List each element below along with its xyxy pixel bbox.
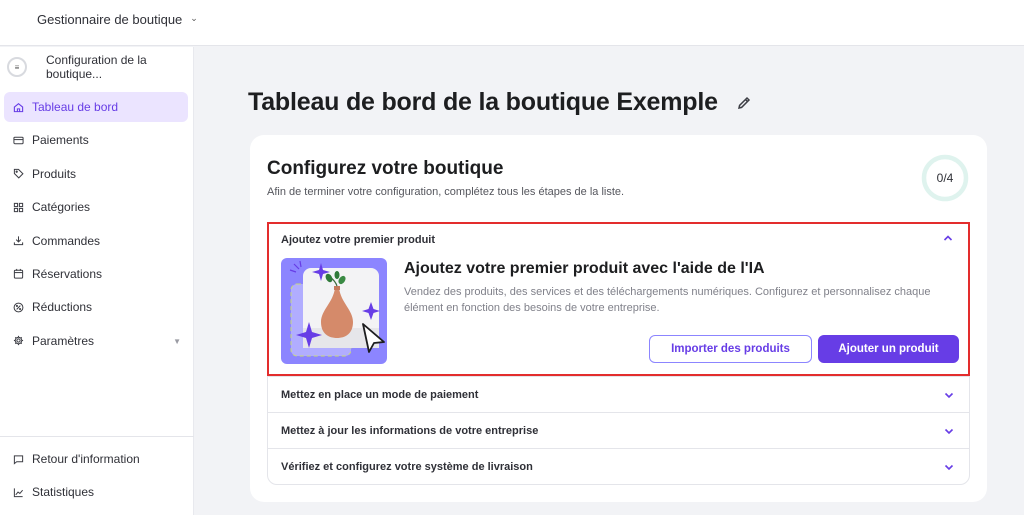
chart-line-icon <box>12 486 24 498</box>
setup-step-label: Vérifiez et configurez votre système de … <box>281 460 533 473</box>
page-title: Tableau de bord de la boutique Exemple <box>248 88 752 117</box>
calendar-icon <box>12 268 24 280</box>
sidebar: ≡ Configuration de la boutique... Tablea… <box>0 47 194 515</box>
sidebar-item-label: Paiements <box>32 133 89 148</box>
sidebar-item-store-setup[interactable]: ≡ Configuration de la boutique... <box>7 53 193 81</box>
checklist-icon: ≡ <box>7 57 27 77</box>
sidebar-item-label: Réductions <box>32 300 93 315</box>
setup-progress-ring: 0/4 <box>921 154 969 202</box>
add-product-button[interactable]: Ajouter un produit <box>818 335 959 363</box>
sidebar-item-settings[interactable]: Paramètres ▼ <box>4 326 188 356</box>
grid-icon <box>12 201 24 213</box>
sidebar-nav: Tableau de bord Paiements Produits Catég… <box>4 92 188 359</box>
chevron-down-icon[interactable] <box>943 425 955 437</box>
gear-icon <box>12 335 24 347</box>
sidebar-item-label: Produits <box>32 166 77 181</box>
sidebar-item-payments[interactable]: Paiements <box>4 125 188 155</box>
sidebar-item-bookings[interactable]: Réservations <box>4 259 188 289</box>
sidebar-item-products[interactable]: Produits <box>4 159 188 189</box>
sidebar-item-orders[interactable]: Commandes <box>4 226 188 256</box>
discount-icon <box>12 301 24 313</box>
setup-step-label: Mettez à jour les informations de votre … <box>281 424 539 437</box>
sidebar-item-categories[interactable]: Catégories <box>4 192 188 222</box>
sidebar-item-discounts[interactable]: Réductions <box>4 292 188 322</box>
setup-step-title: Ajoutez votre premier produit avec l'aid… <box>404 260 765 277</box>
store-switcher-dropdown[interactable]: Gestionnaire de boutique ⌄ <box>37 12 198 27</box>
chevron-up-icon[interactable] <box>942 232 954 244</box>
credit-card-icon <box>12 134 24 146</box>
sidebar-divider <box>0 436 194 437</box>
chevron-down-icon[interactable] <box>943 461 955 473</box>
setup-card-subtitle: Afin de terminer votre configuration, co… <box>267 186 625 198</box>
setup-step-header[interactable]: Ajoutez votre premier produit <box>281 234 435 246</box>
sidebar-item-label: Retour d'information <box>32 452 140 466</box>
chat-icon <box>12 453 24 465</box>
chevron-down-icon[interactable] <box>943 389 955 401</box>
sidebar-item-statistics[interactable]: Statistiques <box>4 477 188 507</box>
top-bar: Gestionnaire de boutique ⌄ <box>0 0 1024 46</box>
sidebar-item-label: Catégories <box>32 200 91 215</box>
sidebar-item-label: Configuration de la boutique... <box>46 53 147 81</box>
caret-down-icon: ▼ <box>173 336 181 346</box>
setup-card-title: Configurez votre boutique <box>267 158 504 179</box>
setup-progress-text: 0/4 <box>936 171 954 185</box>
page-title-text: Tableau de bord de la boutique Exemple <box>248 88 718 116</box>
sidebar-item-feedback[interactable]: Retour d'information <box>4 444 188 474</box>
setup-step-shipping[interactable]: Vérifiez et configurez votre système de … <box>268 448 969 484</box>
import-products-button[interactable]: Importer des produits <box>649 335 812 363</box>
setup-step-add-product: Ajoutez votre premier produit Ajoutez vo… <box>267 222 970 376</box>
download-tray-icon <box>12 235 24 247</box>
chevron-down-icon: ⌄ <box>190 13 198 23</box>
setup-card: Configurez votre boutique Afin de termin… <box>250 135 987 502</box>
sidebar-item-label: Statistiques <box>32 485 95 500</box>
pencil-icon[interactable] <box>736 95 752 111</box>
store-switcher-label: Gestionnaire de boutique <box>37 12 183 27</box>
setup-step-label: Mettez en place un mode de paiement <box>281 388 479 401</box>
sidebar-bottom-nav: Retour d'information Statistiques <box>4 444 188 511</box>
sidebar-item-label: Paramètres <box>32 333 95 348</box>
setup-steps-list: Ajoutez votre premier produit Ajoutez vo… <box>267 222 970 485</box>
sidebar-item-dashboard[interactable]: Tableau de bord <box>4 92 188 122</box>
sidebar-item-label: Tableau de bord <box>32 100 119 114</box>
setup-step-payment[interactable]: Mettez en place un mode de paiement <box>268 376 969 412</box>
sidebar-item-label: Réservations <box>32 266 103 281</box>
tag-icon <box>12 168 24 180</box>
sidebar-item-label: Commandes <box>32 233 101 248</box>
product-illustration <box>281 258 387 364</box>
setup-step-description: Vendez des produits, des services et des… <box>404 286 931 314</box>
home-icon <box>12 101 24 113</box>
setup-step-business-info[interactable]: Mettez à jour les informations de votre … <box>268 412 969 448</box>
